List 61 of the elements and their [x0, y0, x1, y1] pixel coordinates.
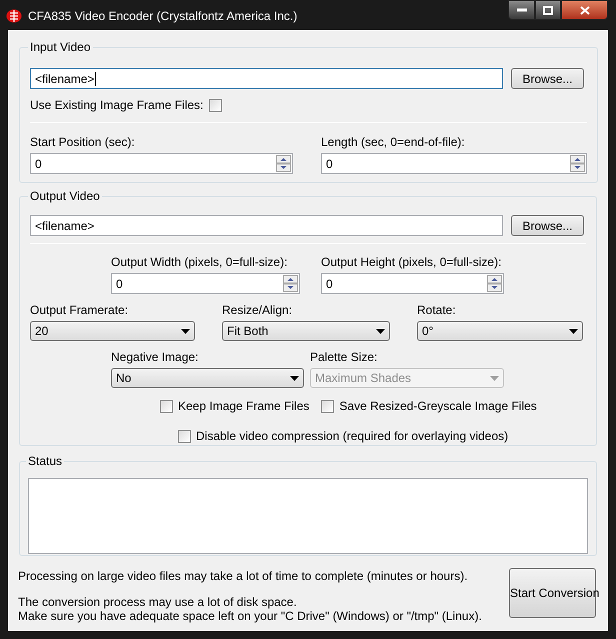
dropdown[interactable]: 0° — [417, 321, 583, 341]
dropdown-arrow-icon — [490, 376, 499, 380]
field-value: 0 — [116, 276, 124, 292]
field-value: 0 — [326, 276, 334, 292]
field-label: Negative Image: — [111, 349, 200, 366]
spinner-field[interactable]: 0 — [321, 273, 504, 294]
dropdown-arrow-icon — [181, 328, 190, 334]
dropdown[interactable]: 20 — [30, 321, 195, 341]
dropdown-value: 20 — [35, 323, 50, 340]
field-value: 0 — [35, 156, 43, 172]
file-field[interactable]: <filename> — [30, 215, 503, 236]
field-label: Length (sec, 0=end-of-file): — [321, 134, 466, 151]
dropdown-value: Fit Both — [227, 323, 270, 340]
checkbox-label: Disable video compression (required for overlaying videos) — [196, 428, 508, 445]
checkbox-label: Save Resized-Greyscale Image Files — [339, 398, 537, 415]
app-logo-icon — [6, 9, 22, 23]
spinner-arrows-icon[interactable] — [283, 275, 298, 292]
field-label: Output Width (pixels, 0=full-size): — [111, 254, 288, 271]
dropdown[interactable]: No — [111, 368, 304, 388]
field-label: Output Height (pixels, 0=full-size): — [321, 254, 502, 271]
checkbox[interactable] — [321, 400, 334, 412]
spinner-arrows-icon[interactable] — [487, 275, 502, 292]
checkbox[interactable] — [160, 400, 173, 412]
spinner-field[interactable]: 0 — [111, 273, 300, 294]
checkbox-label: Keep Image Frame Files — [178, 398, 310, 415]
dropdown-arrow-icon — [569, 328, 578, 334]
maximize-icon — [543, 6, 553, 14]
dropdown-arrow-icon — [376, 328, 385, 334]
close-button[interactable] — [561, 0, 608, 20]
spinner-arrows-icon[interactable] — [276, 155, 291, 172]
checkbox-label: Use Existing Image Frame Files: — [30, 97, 204, 114]
dropdown-value: No — [116, 370, 132, 387]
group-title: Output Video — [29, 188, 101, 205]
checkbox[interactable] — [178, 430, 191, 442]
field-label: Rotate: — [417, 302, 457, 319]
field-label: Output Framerate: — [30, 302, 130, 319]
minimize-button[interactable] — [508, 0, 535, 20]
dropdown-value: Maximum Shades — [315, 370, 412, 387]
checkbox[interactable] — [209, 98, 222, 112]
browse-button[interactable]: Browse... — [511, 215, 584, 236]
dropdown-value: 0° — [422, 323, 434, 340]
file-field[interactable]: <filename> — [30, 68, 503, 89]
dropdown-arrow-icon — [290, 376, 299, 380]
info-text: The conversion process may use a lot of disk space. — [18, 595, 298, 609]
field-label: Start Position (sec): — [30, 134, 136, 151]
field-value: 0 — [326, 156, 334, 172]
spinner-field[interactable]: 0 — [321, 153, 587, 174]
field-label: Resize/Align: — [222, 302, 294, 319]
group-title: Input Video — [29, 39, 92, 56]
spinner-arrows-icon[interactable] — [570, 155, 585, 172]
dropdown[interactable]: Fit Both — [222, 321, 390, 341]
info-text: Make sure you have adequate space left on your "C Drive" (Windows) or "/tmp" (Linux). — [18, 609, 483, 623]
info-text: Processing on large video files may take a lot of time to complete (minutes or hours). — [18, 569, 469, 583]
field-label: Palette Size: — [310, 349, 378, 366]
spinner-field[interactable]: 0 — [30, 153, 293, 174]
browse-button[interactable]: Browse... — [511, 68, 584, 89]
maximize-button[interactable] — [535, 0, 561, 20]
close-icon — [580, 6, 590, 14]
minimize-icon — [516, 8, 526, 12]
group-title: Status — [27, 453, 64, 470]
window-title: CFA835 Video Encoder (Crystalfontz America Inc.) — [28, 8, 298, 25]
